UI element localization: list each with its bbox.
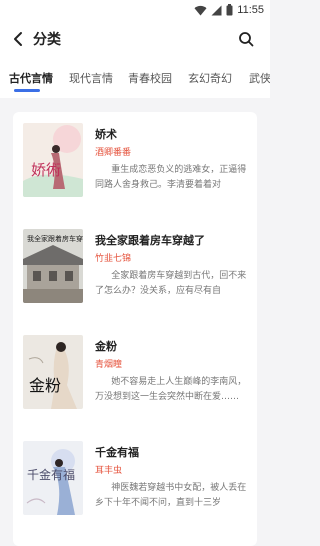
book-description: 她不容易走上人生巅峰的李南风，万没想到这一生会突然中断在爱……: [95, 377, 247, 402]
book-cover: 千金有福: [23, 441, 83, 515]
book-description: 神医魏若穿越书中女配，被人丢在乡下十年不闻不问，直到十三岁才……: [95, 483, 247, 508]
book-description: 重生成恋恶负义的逃难女，正逼得同路人舍身救己。李清要着着对面……: [95, 165, 247, 190]
book-title: 我全家跟着房车穿越了: [95, 234, 205, 247]
book-description: 全家跟着房车穿越到古代，回不来了怎么办？没关系，应有尽有自带……: [95, 271, 247, 296]
search-icon: [239, 32, 254, 47]
header: 分类: [0, 20, 270, 58]
signal-icon: [211, 5, 222, 15]
book-cover: 娇術: [23, 123, 83, 197]
book-card[interactable]: 娇術 娇术 酒卿番番 重生成恋恶负义的逃难女，正逼得同路人舍身救己。李清要着着对…: [13, 112, 257, 228]
back-button[interactable]: [10, 30, 26, 48]
search-button[interactable]: [238, 31, 254, 47]
cover-title-text: 金粉: [29, 376, 61, 395]
book-title: 娇术: [95, 128, 117, 141]
tab-fantasy[interactable]: 玄幻奇幻: [188, 70, 232, 86]
tab-modern-romance[interactable]: 现代言情: [69, 70, 113, 86]
status-bar: 11:55: [0, 0, 270, 20]
category-tabs: 古代言情 现代言情 青春校园 玄幻奇幻 武侠: [0, 58, 270, 98]
book-cover: 金粉: [23, 335, 83, 409]
book-card[interactable]: 金粉 金粉 青烟瞳 她不容易走上人生巅峰的李南风，万没想到这一生会突然中断在爱……: [13, 324, 257, 440]
chevron-left-icon: [14, 32, 22, 46]
page-title: 分类: [33, 32, 61, 48]
tab-youth-campus[interactable]: 青春校园: [128, 70, 172, 86]
book-author: 竹韭七锦: [95, 254, 132, 264]
book-author: 青烟瞳: [95, 360, 123, 370]
cover-title-text: 娇術: [31, 161, 61, 179]
status-icons: 11:55: [194, 3, 264, 17]
wifi-icon: [194, 5, 207, 16]
active-tab-indicator: [14, 89, 40, 92]
book-cover: 我全家跟着房车穿越了: [23, 229, 83, 303]
status-time: 11:55: [237, 4, 264, 16]
book-author: 酒卿番番: [95, 148, 132, 158]
book-title: 千金有福: [95, 446, 139, 459]
book-author: 耳丰虫: [95, 466, 123, 476]
book-title: 金粉: [95, 340, 117, 353]
book-card[interactable]: 千金有福 千金有福 耳丰虫 神医魏若穿越书中女配，被人丢在乡下十年不闻不问，直到…: [13, 430, 257, 546]
tab-wuxia[interactable]: 武侠: [249, 70, 270, 86]
cover-title-text: 我全家跟着房车穿越了: [27, 234, 83, 243]
battery-icon: [226, 4, 233, 16]
book-card[interactable]: 我全家跟着房车穿越了 我全家跟着房车穿越了 竹韭七锦 全家跟着房车穿越到古代，回…: [13, 218, 257, 334]
tab-ancient-romance[interactable]: 古代言情: [9, 70, 53, 86]
